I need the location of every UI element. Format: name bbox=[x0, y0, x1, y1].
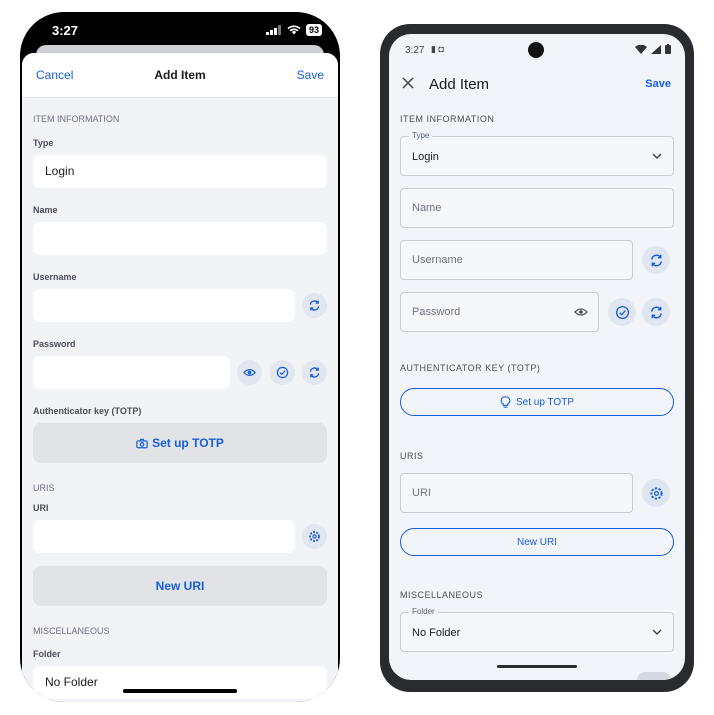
lightbulb-icon bbox=[500, 395, 511, 408]
refresh-icon bbox=[650, 306, 662, 318]
generate-password-button[interactable] bbox=[302, 360, 327, 385]
uri-settings-button[interactable] bbox=[302, 524, 327, 549]
floating-action-peek bbox=[637, 672, 671, 680]
type-value: Login bbox=[412, 151, 439, 163]
check-circle-icon bbox=[615, 305, 629, 319]
gear-icon bbox=[649, 486, 663, 500]
refresh-icon bbox=[309, 300, 320, 311]
generate-username-button[interactable] bbox=[642, 246, 670, 274]
username-input[interactable] bbox=[33, 289, 295, 322]
password-input[interactable]: Password bbox=[400, 292, 599, 332]
add-item-sheet: Cancel Add Item Save ITEM INFORMATION Ty… bbox=[22, 53, 338, 702]
gesture-bar bbox=[497, 665, 577, 668]
eye-icon bbox=[243, 369, 256, 376]
android-status-bar: 3:27 ▮ ◘ bbox=[389, 34, 685, 62]
username-input[interactable]: Username bbox=[400, 240, 633, 280]
new-uri-label: New URI bbox=[516, 536, 557, 548]
status-icons bbox=[635, 44, 671, 54]
section-authenticator: AUTHENTICATOR KEY (TOTP) bbox=[400, 363, 541, 373]
new-uri-button[interactable]: New URI bbox=[400, 528, 674, 556]
section-miscellaneous: MISCELLANEOUS bbox=[400, 590, 484, 600]
home-indicator bbox=[123, 689, 237, 693]
totp-label: Authenticator key (TOTP) bbox=[33, 406, 142, 416]
uri-label: URI bbox=[33, 503, 49, 513]
section-item-information: ITEM INFORMATION bbox=[400, 114, 495, 124]
save-button[interactable]: Save bbox=[645, 78, 671, 90]
folder-value: No Folder bbox=[412, 627, 461, 639]
check-password-button[interactable] bbox=[608, 298, 636, 326]
password-placeholder: Password bbox=[412, 306, 461, 318]
chevron-down-icon bbox=[652, 153, 662, 159]
section-miscellaneous: MISCELLANEOUS bbox=[33, 626, 110, 636]
save-button[interactable]: Save bbox=[297, 68, 324, 82]
uri-input[interactable]: URI bbox=[400, 473, 633, 513]
type-label: Type bbox=[33, 138, 54, 148]
generate-password-button[interactable] bbox=[642, 298, 670, 326]
wifi-icon bbox=[635, 44, 647, 54]
wifi-icon bbox=[287, 25, 301, 35]
password-input[interactable] bbox=[33, 356, 230, 389]
notification-icons: ▮ ◘ bbox=[431, 44, 444, 54]
section-item-information: ITEM INFORMATION bbox=[33, 114, 120, 124]
type-label: Type bbox=[409, 131, 433, 140]
cellular-signal-icon bbox=[651, 44, 661, 54]
setup-totp-label: Set up TOTP bbox=[152, 436, 224, 450]
cellular-signal-icon bbox=[265, 25, 281, 35]
uri-placeholder: URI bbox=[412, 487, 431, 499]
name-placeholder: Name bbox=[412, 202, 442, 214]
status-time: 3:27 bbox=[52, 23, 79, 38]
username-label: Username bbox=[33, 272, 77, 282]
new-uri-label: New URI bbox=[155, 579, 205, 593]
type-select[interactable]: Type Login bbox=[400, 131, 674, 176]
type-select[interactable]: Login bbox=[33, 155, 327, 188]
gear-icon bbox=[309, 531, 320, 542]
new-uri-button[interactable]: New URI bbox=[33, 566, 327, 606]
page-title: Add Item bbox=[154, 68, 206, 82]
camera-icon bbox=[136, 438, 148, 448]
folder-select[interactable]: Folder No Folder bbox=[400, 607, 674, 652]
refresh-icon bbox=[650, 254, 662, 266]
ios-nav-bar: Cancel Add Item Save bbox=[22, 53, 338, 98]
uri-input[interactable] bbox=[33, 520, 295, 553]
check-circle-icon bbox=[276, 366, 289, 379]
android-screen: 3:27 ▮ ◘ Add Item Save ITEM INFORMATION … bbox=[389, 34, 685, 680]
check-password-button[interactable] bbox=[270, 360, 295, 385]
setup-totp-label: Set up TOTP bbox=[516, 396, 574, 408]
uri-settings-button[interactable] bbox=[642, 479, 670, 507]
show-password-button[interactable] bbox=[237, 360, 262, 385]
section-uris: URIS bbox=[33, 483, 55, 493]
generate-username-button[interactable] bbox=[302, 293, 327, 318]
folder-select[interactable]: No Folder bbox=[33, 666, 327, 699]
status-time: 3:27 bbox=[405, 45, 425, 56]
battery-icon: 93 bbox=[305, 24, 322, 36]
username-placeholder: Username bbox=[412, 254, 463, 266]
close-icon[interactable] bbox=[401, 76, 415, 90]
name-input[interactable] bbox=[33, 222, 327, 255]
battery-icon bbox=[665, 44, 671, 54]
folder-label: Folder bbox=[33, 649, 61, 659]
ios-phone: 3:27 93 Cancel Add Item Save ITEM INFORM… bbox=[20, 12, 340, 702]
folder-label: Folder bbox=[409, 607, 438, 616]
refresh-icon bbox=[309, 367, 320, 378]
status-icons: 93 bbox=[265, 24, 322, 36]
section-uris: URIS bbox=[400, 451, 424, 461]
type-value: Login bbox=[45, 164, 75, 178]
eye-icon[interactable] bbox=[574, 306, 588, 318]
chevron-down-icon bbox=[652, 629, 662, 635]
password-label: Password bbox=[33, 339, 76, 349]
name-input[interactable]: Name bbox=[400, 188, 674, 228]
name-label: Name bbox=[33, 205, 58, 215]
android-phone: 3:27 ▮ ◘ Add Item Save ITEM INFORMATION … bbox=[380, 24, 694, 692]
front-camera bbox=[528, 42, 544, 58]
setup-totp-button[interactable]: Set up TOTP bbox=[33, 423, 327, 463]
android-app-bar: Add Item Save bbox=[389, 64, 685, 104]
folder-value: No Folder bbox=[45, 675, 98, 689]
page-title: Add Item bbox=[429, 76, 490, 93]
setup-totp-button[interactable]: Set up TOTP bbox=[400, 388, 674, 416]
